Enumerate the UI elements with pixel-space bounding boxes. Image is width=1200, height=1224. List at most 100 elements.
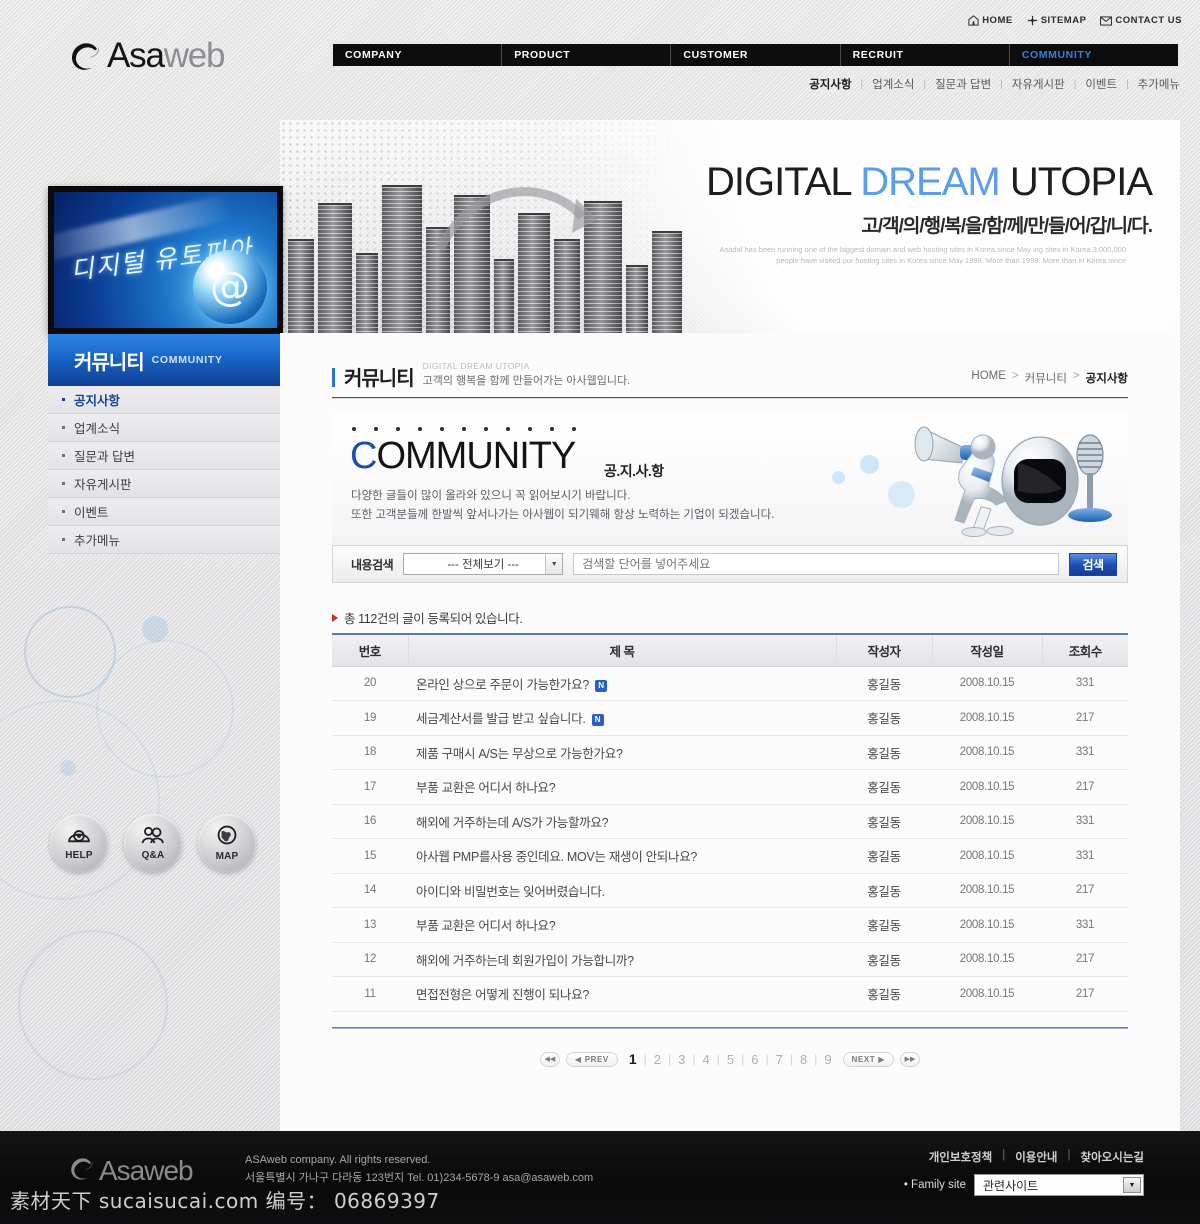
utility-label: CONTACT US xyxy=(1115,15,1182,26)
col-date: 작성일 xyxy=(931,633,1042,667)
footer-link-directions[interactable]: 찾아오시는길 xyxy=(1081,1149,1144,1165)
sidebar-item-notice[interactable]: 공지사항 xyxy=(48,386,283,414)
cell-date: 2008.10.15 xyxy=(932,804,1042,839)
table-row[interactable]: 20 온라인 상으로 주문이 가능한가요? N 홍길동 2008.10.15 331 xyxy=(332,666,1128,701)
footer-link-privacy[interactable]: 개인보호정책 xyxy=(929,1149,992,1165)
table-row[interactable]: 17 부품 교환은 어디서 하나요? 홍길동 2008.10.15 217 xyxy=(332,769,1128,805)
cell-author: 홍길동 xyxy=(836,976,932,1012)
cell-subject[interactable]: 부품 교환은 어디서 하나요? xyxy=(408,907,836,943)
page-number[interactable]: 9 xyxy=(819,1052,836,1067)
page-number[interactable]: 2 xyxy=(649,1052,666,1067)
page-prev-button[interactable]: ◀ PREV xyxy=(565,1051,618,1067)
sidebar-item-extra[interactable]: 추가메뉴 xyxy=(48,526,283,554)
gnb-item-product[interactable]: PRODUCT xyxy=(502,44,672,66)
page-next-button[interactable]: NEXT ▶ xyxy=(842,1051,895,1067)
cell-no: 13 xyxy=(332,907,408,943)
page-number[interactable]: 3 xyxy=(673,1052,690,1067)
subnav-item-qna[interactable]: 질문과 답변 xyxy=(935,76,991,92)
subject-text: 면접전형은 어떻게 진행이 되나요? xyxy=(416,988,589,1003)
search-input[interactable] xyxy=(573,553,1059,575)
cell-subject[interactable]: 부품 교환은 어디서 하나요? xyxy=(408,769,836,805)
decor-dot xyxy=(142,616,168,642)
utility-link-sitemap[interactable]: SITEMAP xyxy=(1027,15,1087,26)
col-no: 번호 xyxy=(332,633,408,667)
subnav-item-extra[interactable]: 추가메뉴 xyxy=(1138,76,1180,92)
cell-date: 2008.10.15 xyxy=(932,735,1042,770)
gnb-item-company[interactable]: COMPANY xyxy=(333,44,503,66)
sidebar-item-news[interactable]: 업계소식 xyxy=(48,414,283,442)
cell-hits: 331 xyxy=(1042,907,1128,943)
quick-button-help[interactable]: HELP xyxy=(50,814,108,872)
breadcrumb-home[interactable]: HOME xyxy=(971,370,1006,386)
table-row[interactable]: 13 부품 교환은 어디서 하나요? 홍길동 2008.10.15 331 xyxy=(332,907,1128,943)
hero-banner: DIGITAL DREAM UTOPIA 고/객/의/행/복/을/함/께/만/들… xyxy=(280,120,1180,335)
arrow-right-icon xyxy=(332,613,338,622)
subject-text: 부품 교환은 어디서 하나요? xyxy=(416,919,556,934)
quick-button-map[interactable]: MAP xyxy=(198,814,256,872)
page-divider: | xyxy=(668,1052,672,1066)
table-row[interactable]: 18 제품 구매시 A/S는 무상으로 가능한가요? 홍길동 2008.10.15 33… xyxy=(332,735,1128,770)
cell-hits: 217 xyxy=(1042,976,1128,1012)
page-number[interactable]: 6 xyxy=(746,1052,763,1067)
subnav-divider: | xyxy=(1126,78,1129,90)
subnav-item-event[interactable]: 이벤트 xyxy=(1085,76,1117,92)
sidebar-item-event[interactable]: 이벤트 xyxy=(48,498,283,526)
cell-subject[interactable]: 세금계산서를 발급 받고 싶습니다. N xyxy=(408,700,836,736)
page-last-button[interactable]: ▶▶ xyxy=(900,1051,921,1067)
cell-subject[interactable]: 해외에 거주하는데 회원가입이 가능합니까? xyxy=(408,942,836,977)
table-row[interactable]: 12 해외에 거주하는데 회원가입이 가능합니까? 홍길동 2008.10.15 217 xyxy=(332,942,1128,977)
left-banner-image: 디지털 유토피아 @ xyxy=(54,192,277,328)
table-row[interactable]: 15 아사웹 PMP를사용 중인데요. MOV는 재생이 안되나요? 홍길동 2008… xyxy=(332,838,1128,874)
decor-blob xyxy=(832,471,845,484)
table-row[interactable]: 16 해외에 거주하는데 A/S가 가능할까요? 홍길동 2008.10.15 331 xyxy=(332,804,1128,839)
footer-wordmark: Asaweb xyxy=(99,1155,194,1186)
visual-description: 다양한 글들이 많이 올라와 있으니 꼭 읽어보시기 바랍니다. 또한 고객분들… xyxy=(351,487,774,525)
breadcrumb-level1[interactable]: 커뮤니티 xyxy=(1025,370,1067,386)
gnb-item-customer[interactable]: CUSTOMER xyxy=(671,44,841,66)
sidebar-item-freeboard[interactable]: 자유게시판 xyxy=(48,470,283,498)
search-button[interactable]: 검색 xyxy=(1069,552,1117,576)
cell-subject[interactable]: 해외에 거주하는데 A/S가 가능할까요? xyxy=(408,804,836,839)
table-row[interactable]: 11 면접전형은 어떻게 진행이 되나요? 홍길동 2008.10.15 217 xyxy=(332,976,1128,1012)
subnav-item-freeboard[interactable]: 자유게시판 xyxy=(1012,76,1065,92)
page-number[interactable]: 8 xyxy=(795,1052,812,1067)
page-next-label: NEXT xyxy=(851,1054,876,1064)
utility-link-contact[interactable]: CONTACT US xyxy=(1100,15,1182,26)
page-number[interactable]: 4 xyxy=(698,1052,715,1067)
total-count-text: 총 112건의 글이 등록되어 있습니다. xyxy=(344,612,523,626)
cell-subject[interactable]: 온라인 상으로 주문이 가능한가요? N xyxy=(408,666,836,701)
e-swirl-logo-icon xyxy=(68,39,102,73)
gnb-item-recruit[interactable]: RECRUIT xyxy=(841,44,1010,66)
subject-text: 온라인 상으로 주문이 가능한가요? xyxy=(416,677,589,692)
utility-label: SITEMAP xyxy=(1040,15,1087,26)
family-site-select[interactable]: 관련사이트 ▼ xyxy=(974,1174,1144,1196)
sidebar-item-qna[interactable]: 질문과 답변 xyxy=(48,442,283,470)
cell-date: 2008.10.15 xyxy=(932,700,1042,736)
site-logo[interactable]: Asaweb xyxy=(68,38,226,73)
subnav-item-notice[interactable]: 공지사항 xyxy=(809,76,851,92)
quick-button-qna[interactable]: Q&A xyxy=(124,814,182,872)
page-title-en: DIGITAL DREAM UTOPIA xyxy=(422,361,530,371)
cell-subject[interactable]: 제품 구매시 A/S는 무상으로 가능한가요? xyxy=(408,735,836,770)
cell-subject[interactable]: 아사웹 PMP를사용 중인데요. MOV는 재생이 안되나요? xyxy=(408,838,836,874)
gnb-item-community[interactable]: COMMUNITY xyxy=(1010,44,1178,66)
cell-date: 2008.10.15 xyxy=(932,769,1042,805)
page-number[interactable]: 1 xyxy=(624,1051,642,1067)
left-visual-banner[interactable]: 디지털 유토피아 @ xyxy=(48,186,283,334)
page-first-button[interactable]: ◀◀ xyxy=(539,1051,560,1067)
page-number[interactable]: 7 xyxy=(771,1052,788,1067)
footer-link-guide[interactable]: 이용안내 xyxy=(1015,1149,1057,1165)
page-number[interactable]: 5 xyxy=(722,1052,739,1067)
chevron-right-icon: > xyxy=(1072,370,1080,382)
cell-subject[interactable]: 면접전형은 어떻게 진행이 되나요? xyxy=(408,976,836,1012)
search-category-select[interactable]: --- 전체보기 --- ▼ xyxy=(403,553,564,575)
cell-subject[interactable]: 아이디와 비밀번호는 잊어버렸습니다. xyxy=(408,873,836,908)
table-row[interactable]: 19 세금계산서를 발급 받고 싶습니다. N 홍길동 2008.10.15 217 xyxy=(332,700,1128,736)
footer-logo[interactable]: Asaweb xyxy=(68,1155,194,1187)
subnav-item-news[interactable]: 업계소식 xyxy=(872,76,914,92)
footer-link-divider: | xyxy=(1067,1149,1071,1161)
sitemap-icon xyxy=(1027,15,1038,26)
title-divider xyxy=(332,397,1128,399)
utility-link-home[interactable]: HOME xyxy=(968,15,1013,26)
table-row[interactable]: 14 아이디와 비밀번호는 잊어버렸습니다. 홍길동 2008.10.15 217 xyxy=(332,873,1128,908)
